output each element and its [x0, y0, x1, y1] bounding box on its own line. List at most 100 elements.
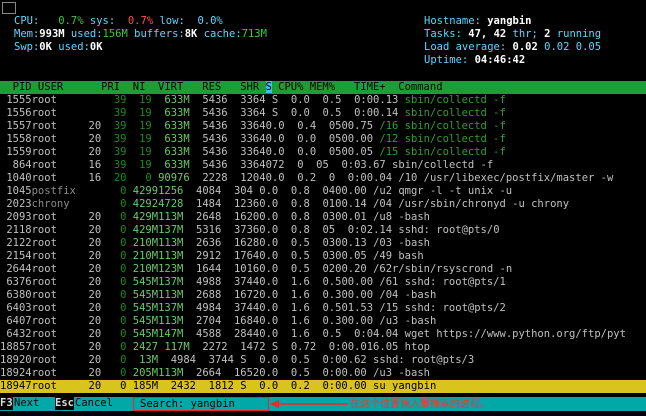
process-row[interactable]: 864root 16 39 19 633M 5436 3364072 0 05 …: [0, 159, 646, 172]
cell-time: 0.2: [278, 380, 310, 392]
process-row[interactable]: 1045postfix 0 42991256 4084 304 0.0 0.8 …: [0, 185, 646, 198]
cell-cmd: .53: [354, 302, 374, 314]
cell-res: 210M123M: [126, 263, 184, 275]
cell-tail: /u3 -bash: [373, 315, 437, 327]
cell-ni: 39: [101, 146, 127, 158]
hostname-label: Hostname:: [424, 15, 481, 27]
cell-cmd: .00: [354, 289, 374, 301]
process-row[interactable]: 18857root 20 0 2427 117M 2272 1472 S 0.7…: [0, 341, 646, 354]
cell-cmd: .01: [347, 211, 367, 223]
process-list[interactable]: 1555root 39 19 633M 5436 3364 S 0.0 0.5 …: [0, 94, 646, 393]
cell-virt: 19: [126, 159, 152, 171]
cell-pri: 20: [88, 289, 102, 301]
cell-res: 633M: [151, 120, 190, 132]
process-row[interactable]: 2122root 20 0 210M113M 2636 16280.0 0.5 …: [0, 237, 646, 250]
cell-user: root: [31, 146, 89, 158]
cell-shr: 5316: [183, 224, 222, 236]
cell-pid: 2023: [0, 198, 32, 210]
process-table-header[interactable]: PID USER PRI NI VIRT RES SHR S CPU% MEM%…: [0, 81, 646, 94]
process-row[interactable]: 2154root 20 0 210M113M 2912 17640.0 0.5 …: [0, 250, 646, 263]
cell-s: 16720: [221, 289, 266, 301]
mem-total: 993M: [39, 28, 65, 40]
cell-cmd: .05: [347, 250, 367, 262]
cell-pri: 20: [88, 276, 102, 288]
cpu-label: CPU:: [14, 15, 40, 27]
cell-mem: 0.0: [284, 146, 317, 158]
cell-res: 633M: [151, 107, 190, 119]
process-row[interactable]: 18920root 20 0 13M 4984 3744 S 0.0 0.5 0…: [0, 354, 646, 367]
cell-s: 10160: [221, 263, 266, 275]
cell-cpu: .0: [271, 146, 285, 158]
cell-s: 33640: [227, 120, 272, 132]
process-row[interactable]: 6403root 20 0 545M137M 4984 37440.0 1.6 …: [0, 302, 646, 315]
header-columns-left[interactable]: PID USER PRI NI VIRT RES SHR: [0, 81, 266, 93]
cell-pid: 18920: [0, 354, 32, 366]
low-value: 0.0%: [197, 15, 223, 27]
cell-cmd: .00: [347, 185, 367, 197]
threads-value: 42: [493, 28, 507, 40]
next-button[interactable]: Next: [14, 397, 39, 410]
f3-key[interactable]: F3: [0, 397, 13, 410]
cell-shr: 4984: [183, 302, 222, 314]
process-row[interactable]: 1557root 20 39 19 633M 5436 33640.0 0.4 …: [0, 120, 646, 133]
cell-time: 0.300: [309, 289, 355, 301]
cell-pri: 20: [88, 341, 102, 353]
cell-shr: 2688: [183, 289, 222, 301]
cell-s: 16280: [221, 237, 266, 249]
cell-user: root: [31, 224, 89, 236]
cell-ni: 39: [101, 120, 127, 132]
cell-s: 16520: [221, 367, 266, 379]
cell-pri: 20: [88, 133, 102, 145]
search-value[interactable]: yangbin: [191, 398, 235, 410]
swp-used-label: used:: [58, 41, 90, 53]
process-row[interactable]: 1040root 16 20 0 90976 2228 12040.0 0.2 …: [0, 172, 646, 185]
cell-shr: 2648: [183, 211, 222, 223]
cell-mem: 1.6: [278, 276, 310, 288]
cell-cpu: .0: [265, 367, 279, 379]
process-row[interactable]: 18947root 20 0 185M 2432 1812 S 0.0 0.2 …: [0, 380, 646, 393]
process-row[interactable]: 2118root 20 0 429M137M 5316 37360.0 0.8 …: [0, 224, 646, 237]
cell-pid: 1558: [0, 133, 32, 145]
process-row[interactable]: 6432root 20 0 545M147M 4588 28440.0 1.6 …: [0, 328, 646, 341]
cell-tail: /10 /usr/libexec/postfix/master -w: [392, 172, 614, 184]
cell-pri: 20: [88, 380, 102, 392]
process-row[interactable]: 1558root 20 39 19 633M 5436 33640.0 0.0 …: [0, 133, 646, 146]
cell-cmd: .00: [354, 315, 374, 327]
header-columns-right[interactable]: CPU% MEM% TIME+ Command: [272, 81, 442, 93]
load-5: 0.02: [544, 41, 570, 53]
cell-pri: [89, 94, 102, 106]
cache-value: 713M: [241, 28, 267, 40]
process-row[interactable]: 2093root 20 0 429M113M 2648 16200.0 0.8 …: [0, 211, 646, 224]
cancel-button[interactable]: Cancel: [75, 397, 113, 410]
cell-user: root: [31, 133, 89, 145]
cell-mem: 1.6: [278, 302, 310, 314]
process-row[interactable]: 1559root 20 39 19 633M 5436 33640.0 0.0 …: [0, 146, 646, 159]
cell-tail: /u8 -bash: [366, 211, 430, 223]
process-row[interactable]: 2023chrony 0 42924728 1484 12360.0 0.8 0…: [0, 198, 646, 211]
process-row[interactable]: 6407root 20 0 545M113M 2704 16840.0 1.6 …: [0, 315, 646, 328]
buffers-value: 8K: [184, 28, 198, 40]
process-row[interactable]: 2644root 20 0 210M123M 1644 10160.0 0.5 …: [0, 263, 646, 276]
cell-ni: 0: [101, 367, 127, 379]
cell-s: 28440: [221, 328, 266, 340]
cell-user: root: [31, 315, 89, 327]
cell-pri: [89, 198, 102, 210]
process-row[interactable]: 6376root 20 0 545M137M 4988 37440.0 1.6 …: [0, 276, 646, 289]
cell-pri: 20: [88, 120, 102, 132]
cell-pri: [89, 185, 102, 197]
esc-key[interactable]: Esc: [55, 397, 74, 410]
cell-res: 42924728: [126, 198, 184, 210]
cell-time: 0.5: [278, 354, 310, 366]
process-row[interactable]: 18924root 20 0 205M113M 2664 16520.0 0.5…: [0, 367, 646, 380]
cell-mem: 0.0: [246, 380, 279, 392]
cell-time: 0500: [316, 146, 355, 158]
cell-user: root: [31, 237, 89, 249]
process-row[interactable]: 1555root 39 19 633M 5436 3364 S 0.0 0.5 …: [0, 94, 646, 107]
tasks-label: Tasks:: [424, 28, 462, 40]
cell-user: root: [31, 380, 89, 392]
process-row[interactable]: 1556root 39 19 633M 5436 3364 S 0.0 0.5 …: [0, 107, 646, 120]
search-input[interactable]: Search: yangbin: [133, 397, 269, 411]
cell-pri: 20: [88, 224, 102, 236]
process-row[interactable]: 6380root 20 0 545M113M 2688 16720.0 1.6 …: [0, 289, 646, 302]
cell-time: 0300: [309, 237, 348, 249]
